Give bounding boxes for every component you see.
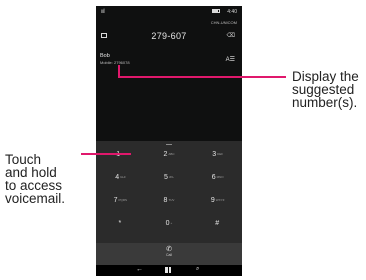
callout-suggested-numbers: Display the suggested number(s). xyxy=(292,69,359,110)
keypad-row: * 0+ # xyxy=(96,220,242,240)
battery-icon xyxy=(212,9,220,13)
backspace-icon[interactable]: ⌫ xyxy=(227,32,235,39)
dial-header: 279-607 ⌫ xyxy=(96,30,242,46)
clock: 4:40 xyxy=(227,9,237,15)
callout-voicemail: Touch and hold to access voicemail. xyxy=(5,152,66,206)
sort-az-icon[interactable]: A☰ xyxy=(226,56,235,63)
windows-icon[interactable] xyxy=(165,267,171,273)
search-icon[interactable]: ⌕ xyxy=(196,266,199,273)
callout-line xyxy=(118,76,286,78)
call-label: Call xyxy=(165,253,173,257)
key-hash[interactable]: # xyxy=(193,220,242,240)
key-0[interactable]: 0+ xyxy=(145,220,194,240)
dialed-number: 279-607 xyxy=(151,31,187,41)
key-4[interactable]: 4GHI xyxy=(96,174,145,194)
carrier-name: CHN-UNICOM xyxy=(210,20,237,25)
key-7[interactable]: 7PQRS xyxy=(96,197,145,217)
key-3[interactable]: 3DEF xyxy=(193,151,242,171)
call-button[interactable]: ✆ Call xyxy=(96,243,242,265)
phone-icon: ✆ xyxy=(166,246,172,253)
key-9[interactable]: 9WXYZ xyxy=(193,197,242,217)
key-5[interactable]: 5JKL xyxy=(145,174,194,194)
key-star[interactable]: * xyxy=(96,220,145,240)
key-8[interactable]: 8TUV xyxy=(145,197,194,217)
keypad-handle[interactable] xyxy=(166,144,172,145)
navigation-bar: ← ⌕ xyxy=(96,265,242,276)
keypad-row: 7PQRS 8TUV 9WXYZ xyxy=(96,197,242,217)
back-icon[interactable]: ← xyxy=(136,266,143,273)
callout-line xyxy=(81,153,131,155)
key-6[interactable]: 6MNO xyxy=(193,174,242,194)
signal-icon: ııl xyxy=(101,9,105,15)
contact-number: Mobile: 2796078 xyxy=(100,60,130,65)
phone-screen: ııl 4:40 CHN-UNICOM 279-607 ⌫ Bob Mobile… xyxy=(96,6,242,276)
keypad-row: 4GHI 5JKL 6MNO xyxy=(96,174,242,194)
dial-keypad: 1oo 2ABC 3DEF 4GHI 5JKL 6MNO 7PQRS 8TUV … xyxy=(96,141,242,243)
key-2[interactable]: 2ABC xyxy=(145,151,194,171)
status-bar: ııl 4:40 CHN-UNICOM xyxy=(96,6,242,25)
contact-name: Bob xyxy=(100,53,110,59)
suggested-contact[interactable]: Bob Mobile: 2796078 xyxy=(100,53,130,65)
